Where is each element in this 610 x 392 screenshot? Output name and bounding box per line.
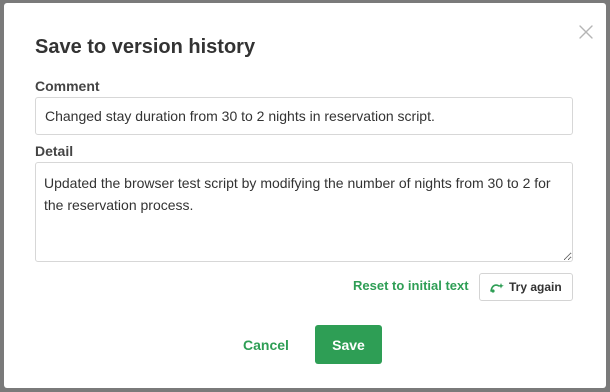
comment-label: Comment (35, 78, 100, 94)
cancel-button[interactable]: Cancel (243, 336, 289, 354)
try-again-button[interactable]: Try again (479, 273, 573, 301)
save-button[interactable]: Save (315, 325, 382, 364)
reset-to-initial-text-link[interactable]: Reset to initial text (353, 277, 469, 295)
dialog-title: Save to version history (35, 36, 256, 58)
save-version-dialog: Save to version history Comment Detail U… (4, 3, 606, 388)
detail-textarea[interactable]: Updated the browser test script by modif… (35, 162, 573, 262)
try-again-label: Try again (509, 280, 562, 294)
comment-input[interactable] (35, 97, 573, 135)
ai-sparkle-icon (489, 280, 505, 294)
close-icon[interactable] (578, 24, 594, 40)
detail-label: Detail (35, 143, 74, 159)
